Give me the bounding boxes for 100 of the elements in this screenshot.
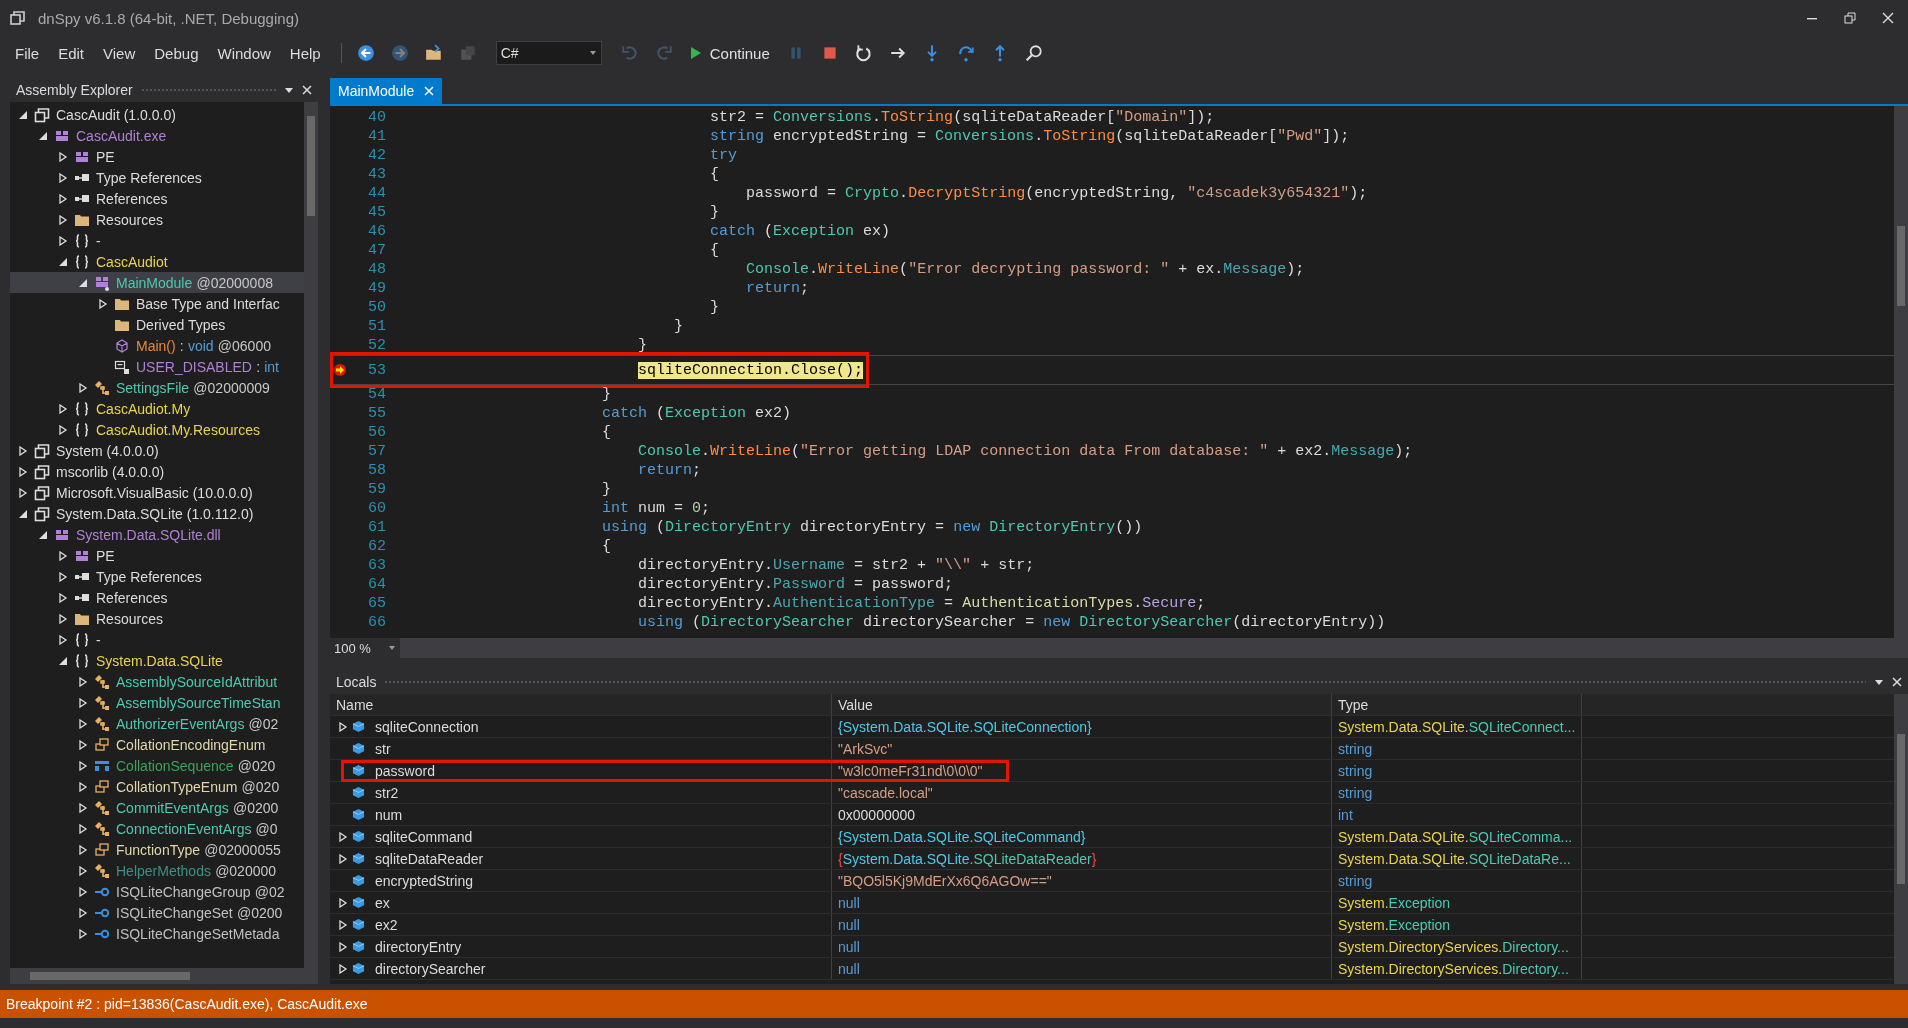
- tree-item[interactable]: Resources: [10, 608, 304, 629]
- menu-item[interactable]: View: [100, 44, 146, 62]
- tree-item[interactable]: CascAudiot.My: [10, 398, 304, 419]
- collapsed-icon[interactable]: [78, 865, 88, 876]
- column-header[interactable]: Value: [832, 694, 1332, 715]
- expanded-icon[interactable]: [78, 277, 88, 288]
- tree-item[interactable]: ISQLiteChangeSet @0200: [10, 902, 304, 923]
- tree-item[interactable]: HelperMethods @020000: [10, 860, 304, 881]
- collapsed-icon[interactable]: [18, 487, 28, 498]
- continue-button[interactable]: Continue: [683, 44, 776, 62]
- tree-item[interactable]: -: [10, 629, 304, 650]
- collapsed-icon[interactable]: [58, 550, 68, 561]
- restart-icon[interactable]: [854, 44, 873, 62]
- expanded-icon[interactable]: [58, 256, 68, 267]
- expanded-icon[interactable]: [38, 529, 48, 540]
- tree-item[interactable]: CascAudit (1.0.0.0): [10, 104, 304, 125]
- collapsed-icon[interactable]: [58, 214, 68, 225]
- tree-item[interactable]: ISQLiteChangeGroup @02: [10, 881, 304, 902]
- caret-icon[interactable]: [284, 85, 294, 95]
- collapsed-icon[interactable]: [78, 718, 88, 729]
- tree-item[interactable]: Type References: [10, 566, 304, 587]
- collapsed-icon[interactable]: [58, 193, 68, 204]
- tree-item[interactable]: AuthorizerEventArgs @02: [10, 713, 304, 734]
- tree-item[interactable]: PE: [10, 146, 304, 167]
- expanded-icon[interactable]: [58, 655, 68, 666]
- menu-item[interactable]: Edit: [55, 44, 95, 62]
- expanded-icon[interactable]: [18, 508, 28, 519]
- collapsed-icon[interactable]: [78, 676, 88, 687]
- tree-item[interactable]: System.Data.SQLite: [10, 650, 304, 671]
- expanded-icon[interactable]: [38, 130, 48, 141]
- scrollbar[interactable]: [10, 968, 318, 984]
- menu-item[interactable]: Window: [214, 44, 281, 62]
- collapsed-icon[interactable]: [338, 963, 348, 974]
- collapsed-icon[interactable]: [58, 424, 68, 435]
- tree-item[interactable]: SettingsFile @02000009: [10, 377, 304, 398]
- tree-item[interactable]: CommitEventArgs @0200: [10, 797, 304, 818]
- tree-item[interactable]: Main() : void @06000: [10, 335, 304, 356]
- caret-icon[interactable]: [1874, 677, 1884, 687]
- scrollbar[interactable]: [1894, 694, 1908, 984]
- language-dropdown[interactable]: C#: [495, 41, 602, 65]
- collapsed-icon[interactable]: [338, 721, 348, 732]
- collapsed-icon[interactable]: [78, 907, 88, 918]
- tree-item[interactable]: CollationEncodingEnum: [10, 734, 304, 755]
- collapsed-icon[interactable]: [58, 592, 68, 603]
- tree-item[interactable]: -: [10, 230, 304, 251]
- menu-item[interactable]: Help: [286, 44, 331, 62]
- folder-icon[interactable]: [424, 44, 443, 62]
- collapsed-icon[interactable]: [98, 298, 108, 309]
- collapsed-icon[interactable]: [18, 445, 28, 456]
- collapsed-icon[interactable]: [78, 844, 88, 855]
- collapsed-icon[interactable]: [78, 739, 88, 750]
- tree-item[interactable]: System (4.0.0.0): [10, 440, 304, 461]
- tree-item[interactable]: mscorlib (4.0.0.0): [10, 461, 304, 482]
- tree-item[interactable]: CollationSequence @020: [10, 755, 304, 776]
- collapsed-icon[interactable]: [58, 172, 68, 183]
- collapsed-icon[interactable]: [338, 853, 348, 864]
- tree-item[interactable]: CascAudit.exe: [10, 125, 304, 146]
- collapsed-icon[interactable]: [58, 571, 68, 582]
- scrollbar[interactable]: [304, 102, 318, 968]
- tree-item[interactable]: PE: [10, 545, 304, 566]
- tree-item[interactable]: Type References: [10, 167, 304, 188]
- tree-item[interactable]: CascAudiot: [10, 251, 304, 272]
- collapsed-icon[interactable]: [78, 802, 88, 813]
- tree-item[interactable]: CollationTypeEnum @020: [10, 776, 304, 797]
- collapsed-icon[interactable]: [78, 823, 88, 834]
- scrollbar[interactable]: [1894, 106, 1908, 638]
- zoom-dropdown[interactable]: 100 %: [330, 638, 400, 658]
- collapsed-icon[interactable]: [58, 235, 68, 246]
- collapsed-icon[interactable]: [78, 886, 88, 897]
- tree-item[interactable]: AssemblySourceTimeStan: [10, 692, 304, 713]
- step-over-icon[interactable]: [956, 44, 975, 62]
- collapsed-icon[interactable]: [78, 760, 88, 771]
- tree-item[interactable]: Resources: [10, 209, 304, 230]
- restore-icon[interactable]: [1844, 12, 1856, 24]
- tree-item[interactable]: References: [10, 587, 304, 608]
- tree-item[interactable]: References: [10, 188, 304, 209]
- collapsed-icon[interactable]: [58, 403, 68, 414]
- collapsed-icon[interactable]: [58, 634, 68, 645]
- menu-item[interactable]: Debug: [151, 44, 209, 62]
- tree-item[interactable]: Derived Types: [10, 314, 304, 335]
- collapsed-icon[interactable]: [58, 151, 68, 162]
- tree-item[interactable]: USER_DISABLED : int: [10, 356, 304, 377]
- tree-item[interactable]: ISQLiteChangeSetMetada: [10, 923, 304, 944]
- tree-item[interactable]: Base Type and Interfac: [10, 293, 304, 314]
- tree-item[interactable]: MainModule @02000008: [10, 272, 304, 293]
- collapsed-icon[interactable]: [78, 928, 88, 939]
- tree-item[interactable]: Microsoft.VisualBasic (10.0.0.0): [10, 482, 304, 503]
- back-icon[interactable]: [356, 44, 375, 62]
- column-header[interactable]: Type: [1332, 694, 1582, 715]
- collapsed-icon[interactable]: [338, 831, 348, 842]
- collapsed-icon[interactable]: [18, 466, 28, 477]
- collapsed-icon[interactable]: [78, 382, 88, 393]
- tree-item[interactable]: ConnectionEventArgs @0: [10, 818, 304, 839]
- collapsed-icon[interactable]: [338, 919, 348, 930]
- tree-item[interactable]: AssemblySourceIdAttribut: [10, 671, 304, 692]
- collapsed-icon[interactable]: [78, 781, 88, 792]
- expanded-icon[interactable]: [18, 109, 28, 120]
- collapsed-icon[interactable]: [58, 613, 68, 624]
- close-icon[interactable]: [1892, 677, 1902, 687]
- editor-tab[interactable]: MainModule: [330, 78, 443, 104]
